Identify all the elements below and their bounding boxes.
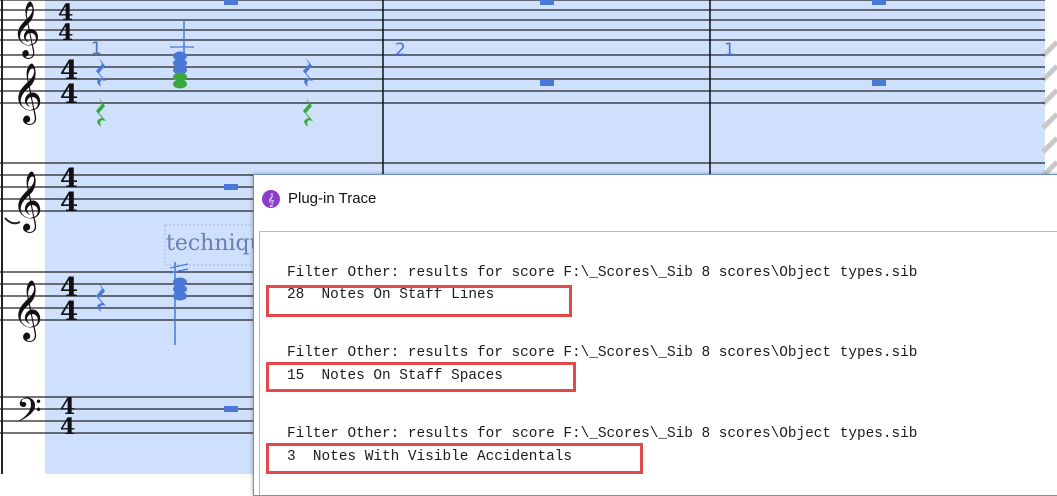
measure-number: 2 (395, 40, 406, 60)
whole-rest[interactable] (872, 80, 886, 86)
whole-rest[interactable] (540, 0, 554, 5)
highlight-box (266, 362, 576, 392)
whole-rest[interactable] (224, 406, 238, 412)
measure-number: 1 (724, 40, 735, 60)
whole-rest[interactable] (224, 184, 238, 190)
svg-text:4: 4 (60, 188, 78, 218)
treble-clef-icon: 𝄞 (12, 63, 43, 125)
treble-clef-icon: 𝄞 (12, 280, 43, 342)
svg-text:4: 4 (60, 297, 78, 327)
trace-line: Filter Other: results for score F:\_Scor… (287, 426, 918, 442)
window-title: Plug-in Trace (288, 190, 377, 207)
whole-rest[interactable] (872, 0, 886, 5)
svg-text:4: 4 (60, 414, 75, 440)
svg-text:4: 4 (60, 80, 78, 110)
highlight-box (266, 443, 643, 474)
trace-line: Filter Other: results for score F:\_Scor… (287, 345, 918, 361)
page-edge-marks (1041, 40, 1057, 178)
whole-rest[interactable] (224, 0, 238, 5)
svg-text:𝄞: 𝄞 (267, 193, 274, 207)
treble-clef-icon: 𝄞 (12, 1, 40, 59)
treble-clef-icon: 𝄞 (12, 171, 43, 233)
sibelius-icon: 𝄞 (262, 190, 280, 208)
whole-rest[interactable] (540, 80, 554, 86)
measure-number: 1 (91, 39, 102, 59)
trace-line: Filter Other: results for score F:\_Scor… (287, 265, 918, 281)
highlight-box (266, 285, 572, 317)
svg-text:4: 4 (58, 20, 73, 46)
trace-titlebar[interactable]: 𝄞 Plug-in Trace (254, 175, 1057, 223)
bass-clef-icon: 𝄢 (16, 392, 42, 438)
